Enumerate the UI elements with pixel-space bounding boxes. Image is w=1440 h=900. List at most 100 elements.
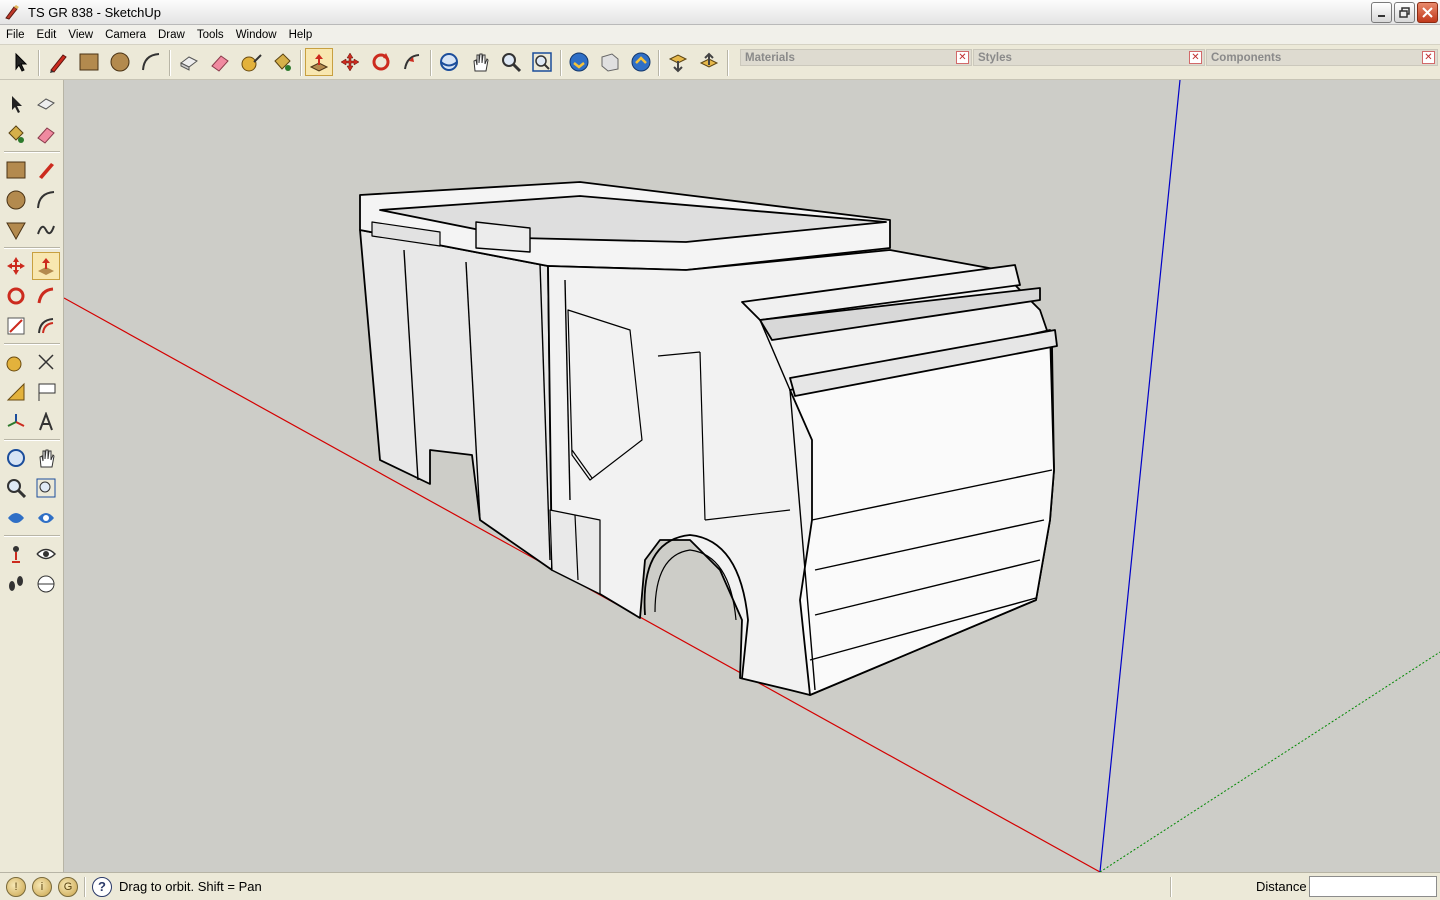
orbit-tool-button[interactable] (435, 48, 463, 76)
styles-close-icon[interactable]: ✕ (1189, 51, 1202, 64)
help-icon[interactable]: ? (92, 876, 112, 897)
google-sign-in-icon[interactable]: G (58, 876, 78, 897)
components-close-icon[interactable]: ✕ (1422, 51, 1435, 64)
push-pull-button[interactable] (32, 252, 60, 280)
share-component-button[interactable] (695, 48, 723, 76)
menu-tools[interactable]: Tools (191, 25, 230, 45)
move-icon (7, 257, 25, 275)
menu-draw[interactable]: Draw (152, 25, 191, 45)
menu-view[interactable]: View (62, 25, 99, 45)
toolbar-separator (430, 50, 432, 76)
follow-me-button[interactable] (32, 282, 60, 310)
arc-tool-button[interactable] (137, 48, 165, 76)
tape-measure-button[interactable] (2, 348, 30, 376)
push-pull-button[interactable] (305, 48, 333, 76)
select-tool-button[interactable] (6, 48, 34, 76)
pencil-icon (50, 54, 67, 73)
zoom-tool-button[interactable] (2, 474, 30, 502)
upload-button[interactable] (627, 48, 655, 76)
position-camera-button[interactable] (2, 540, 30, 568)
scale-tool-button[interactable] (2, 312, 30, 340)
polygon-tool-button[interactable] (2, 216, 30, 244)
paint-bucket-button[interactable] (2, 120, 30, 148)
look-around-button[interactable] (32, 540, 60, 568)
fire-truck-model[interactable] (359, 181, 1058, 696)
get-components-button[interactable] (664, 48, 692, 76)
menu-camera[interactable]: Camera (99, 25, 152, 45)
zoom-tool-button[interactable] (497, 48, 525, 76)
modeling-viewport[interactable] (64, 80, 1440, 872)
get-models-button[interactable] (565, 48, 593, 76)
pencil-tool-button[interactable] (44, 48, 72, 76)
materials-tray[interactable]: Materials ✕ (740, 49, 972, 66)
pan-tool-button[interactable] (466, 48, 494, 76)
follow-me-button[interactable] (398, 48, 426, 76)
rotate-icon (7, 287, 25, 305)
rectangle-tool-button[interactable] (2, 156, 30, 184)
sketchup-app-icon (5, 5, 19, 20)
styles-tray[interactable]: Styles ✕ (973, 49, 1205, 66)
share-component-icon (699, 52, 719, 68)
geo-location-icon[interactable]: ! (6, 876, 26, 897)
share-model-button[interactable] (596, 48, 624, 76)
text-label-icon (38, 383, 56, 401)
toolbar-separator (727, 50, 729, 76)
eraser-tool-button[interactable] (32, 120, 60, 148)
paint-bucket-icon (8, 125, 24, 143)
restore-button[interactable] (1394, 2, 1415, 23)
3d-text-tool-button[interactable] (32, 408, 60, 436)
menu-window[interactable]: Window (230, 25, 283, 45)
axes-tool-button[interactable] (2, 408, 30, 436)
toolbar-separator (38, 50, 40, 76)
close-button[interactable] (1417, 2, 1438, 23)
text-tool-button[interactable] (32, 378, 60, 406)
arc-icon (142, 53, 160, 71)
minimize-icon (1377, 14, 1385, 17)
rotate-tool-button[interactable] (367, 48, 395, 76)
eraser-tool-button[interactable] (206, 48, 234, 76)
measurements-input[interactable] (1309, 876, 1437, 897)
menu-help[interactable]: Help (283, 25, 319, 45)
walk-tool-button[interactable] (2, 570, 30, 598)
zoom-extents-button[interactable] (528, 48, 556, 76)
move-tool-button[interactable] (2, 252, 30, 280)
arc-tool-button[interactable] (32, 186, 60, 214)
zoom-window-button[interactable] (32, 474, 60, 502)
zoom-extents-button[interactable] (32, 504, 60, 532)
make-component-button[interactable] (32, 90, 60, 118)
circle-tool-button[interactable] (106, 48, 134, 76)
menu-file[interactable]: File (0, 25, 31, 45)
rectangle-icon (6, 161, 26, 179)
rectangle-tool-button[interactable] (75, 48, 103, 76)
section-plane-button[interactable] (32, 570, 60, 598)
previous-view-icon (8, 513, 24, 523)
circle-icon (110, 52, 130, 72)
rotate-icon (372, 53, 390, 71)
paint-bucket-button[interactable] (268, 48, 296, 76)
rotate-tool-button[interactable] (2, 282, 30, 310)
select-tool-button[interactable] (2, 90, 30, 118)
zoom-extents-icon (38, 513, 54, 523)
pan-tool-button[interactable] (32, 444, 60, 472)
menu-edit[interactable]: Edit (31, 25, 63, 45)
components-tray[interactable]: Components ✕ (1206, 49, 1438, 66)
materials-close-icon[interactable]: ✕ (956, 51, 969, 64)
previous-view-button[interactable] (2, 504, 30, 532)
model-canvas[interactable] (64, 80, 1440, 872)
protractor-tool-button[interactable] (2, 378, 30, 406)
tape-measure-icon (241, 54, 262, 72)
offset-tool-button[interactable] (32, 312, 60, 340)
minimize-button[interactable] (1371, 2, 1392, 23)
credits-icon[interactable]: i (32, 876, 52, 897)
3d-text-icon (39, 412, 53, 431)
move-tool-button[interactable] (336, 48, 364, 76)
circle-tool-button[interactable] (2, 186, 30, 214)
dimension-tool-button[interactable] (32, 348, 60, 376)
freehand-icon (37, 225, 55, 235)
follow-me-icon (404, 54, 420, 70)
tape-measure-button[interactable] (237, 48, 265, 76)
make-component-button[interactable] (175, 48, 203, 76)
orbit-tool-button[interactable] (2, 444, 30, 472)
freehand-tool-button[interactable] (32, 216, 60, 244)
pencil-tool-button[interactable] (32, 156, 60, 184)
